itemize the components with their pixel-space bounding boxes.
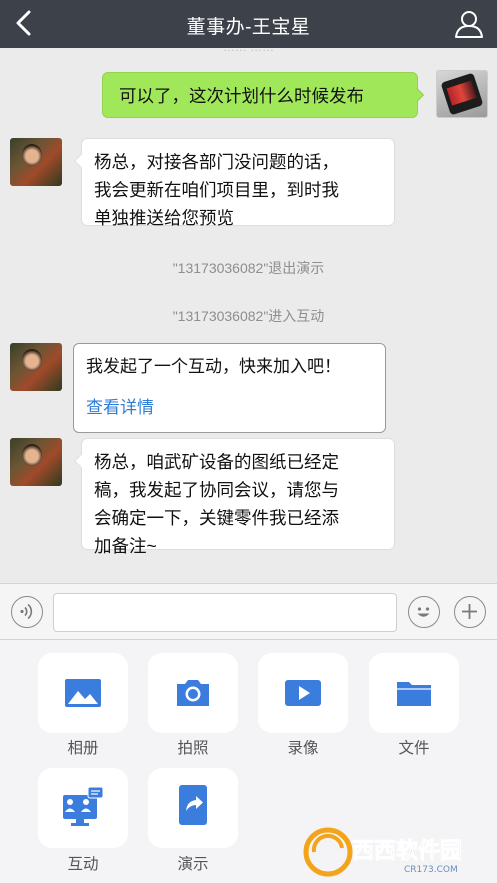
file-label: 文件 — [398, 740, 430, 757]
video-icon — [285, 680, 321, 706]
album-label: 相册 — [67, 740, 99, 757]
interaction-invite-card[interactable]: 我发起了一个互动，快来加入吧！ 查看详情 — [73, 343, 386, 433]
message-text: 可以了，这次计划什么时候发布 — [119, 86, 364, 106]
message-bubble-received[interactable]: 杨总，咱武矿设备的图纸已经定 稿，我发起了协同会议，请您与 会确定一下，关键零件… — [81, 438, 395, 556]
my-avatar[interactable] — [436, 70, 488, 118]
interaction-button[interactable] — [38, 768, 128, 848]
watermark-domain: CR173.COM — [404, 865, 458, 875]
message-line: 杨总，咱武矿设备的图纸已经定 — [94, 452, 339, 472]
watermark-brand: 西西软件园 — [352, 838, 462, 864]
contact-avatar[interactable] — [10, 438, 62, 486]
camera-button[interactable] — [148, 653, 238, 733]
image-icon — [65, 679, 101, 707]
share-icon — [179, 785, 207, 825]
interaction-label: 互动 — [67, 856, 99, 873]
site-watermark-logo: 西西软件园 CR173.COM — [303, 827, 462, 877]
smiley-icon — [417, 607, 430, 617]
more-functions-button[interactable] — [454, 596, 486, 628]
voice-icon — [20, 603, 33, 620]
voice-toggle-button[interactable] — [11, 596, 43, 628]
view-details-link[interactable]: 查看详情 — [86, 396, 373, 420]
video-label: 录像 — [287, 740, 319, 757]
message-input[interactable] — [53, 593, 397, 632]
album-button[interactable] — [38, 653, 128, 733]
message-line: 加备注~ — [94, 536, 157, 556]
system-notice: "13173036082"退出演示 — [172, 260, 325, 276]
message-line: 我会更新在咱们项目里，到时我 — [94, 180, 339, 200]
message-list[interactable]: …… …… 可以了，这次计划什么时候发布 杨总，对接各部门没问题的话， 我会更新… — [0, 48, 497, 583]
message-line: 会确定一下，关键零件我已经添 — [94, 508, 339, 528]
card-text: 我发起了一个互动，快来加入吧！ — [86, 357, 341, 376]
video-button[interactable] — [258, 653, 348, 733]
presentation-button[interactable] — [148, 768, 238, 848]
camera-label: 拍照 — [177, 740, 209, 757]
input-bar — [0, 583, 497, 640]
interaction-icon — [63, 786, 104, 826]
contact-profile-icon[interactable] — [453, 8, 485, 40]
plus-icon — [462, 604, 477, 619]
contact-avatar[interactable] — [10, 343, 62, 391]
message-line: 杨总，对接各部门没问题的话， — [94, 152, 339, 172]
file-button[interactable] — [369, 653, 459, 733]
system-notice: "13173036082"进入互动 — [172, 308, 325, 324]
chat-title: 董事办-王宝星 — [186, 17, 311, 38]
timestamp: …… …… — [0, 48, 497, 54]
presentation-label: 演示 — [177, 856, 209, 873]
emoji-button[interactable] — [408, 596, 440, 628]
contact-avatar[interactable] — [10, 138, 62, 186]
message-bubble-sent[interactable]: 可以了，这次计划什么时候发布 — [102, 72, 418, 118]
folder-icon — [397, 682, 431, 706]
nav-bar: 董事办-王宝星 — [0, 0, 497, 48]
message-bubble-received[interactable]: 杨总，对接各部门没问题的话， 我会更新在咱们项目里，到时我 单独推送给您预览 — [81, 138, 395, 228]
camera-icon — [177, 680, 209, 706]
message-line: 单独推送给您预览 — [94, 208, 234, 228]
message-line: 稿，我发起了协同会议，请您与 — [94, 480, 339, 500]
